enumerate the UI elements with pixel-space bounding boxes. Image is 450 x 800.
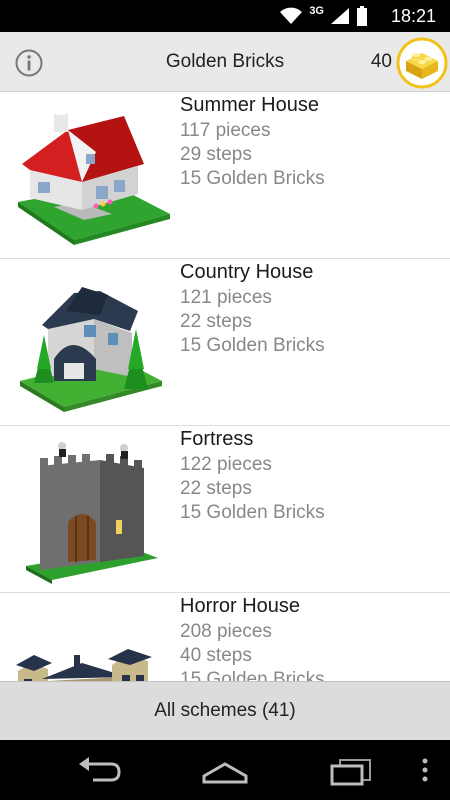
golden-brick-count: 40 <box>370 51 392 72</box>
home-icon[interactable] <box>200 754 250 786</box>
scheme-golden-bricks: 15 Golden Bricks <box>180 502 325 523</box>
summer-house-thumbnail <box>18 109 170 245</box>
scheme-name: Fortress <box>180 428 254 450</box>
scheme-golden-bricks: 15 Golden Bricks <box>180 335 325 356</box>
recent-apps-icon[interactable] <box>326 754 376 786</box>
network-type: 3G <box>309 5 324 17</box>
all-schemes-button[interactable]: All schemes (41) <box>0 681 450 740</box>
scheme-golden-bricks: 15 Golden Bricks <box>180 669 325 681</box>
scheme-pieces: 121 pieces <box>180 287 272 308</box>
scheme-name: Country House <box>180 261 314 283</box>
action-bar: Golden Bricks 40 <box>0 32 450 92</box>
scheme-steps: 22 steps <box>180 478 252 499</box>
country-house-thumbnail <box>20 287 162 412</box>
scheme-steps: 22 steps <box>180 311 252 332</box>
scheme-golden-bricks: 15 Golden Bricks <box>180 168 325 189</box>
navigation-bar <box>0 740 450 800</box>
scheme-pieces: 208 pieces <box>180 621 272 642</box>
scheme-item-summer-house[interactable]: Summer House 117 pieces 29 steps 15 Gold… <box>0 92 450 259</box>
scheme-pieces: 122 pieces <box>180 454 272 475</box>
battery-icon <box>357 6 367 26</box>
fortress-thumbnail <box>26 442 158 584</box>
golden-brick-icon[interactable] <box>396 37 448 89</box>
scheme-name: Summer House <box>180 94 319 116</box>
scheme-item-country-house[interactable]: Country House 121 pieces 22 steps 15 Gol… <box>0 259 450 426</box>
status-bar: 3G 18:21 <box>0 0 450 32</box>
scheme-steps: 29 steps <box>180 144 252 165</box>
scheme-pieces: 117 pieces <box>180 120 271 141</box>
signal-icon <box>331 8 349 24</box>
wifi-icon <box>280 7 303 24</box>
scheme-list[interactable]: Summer House 117 pieces 29 steps 15 Gold… <box>0 92 450 681</box>
back-icon[interactable] <box>75 754 125 786</box>
overflow-menu-icon[interactable] <box>412 754 438 786</box>
clock: 18:21 <box>390 6 436 26</box>
scheme-name: Horror House <box>180 595 301 617</box>
scheme-steps: 40 steps <box>180 645 252 666</box>
scheme-item-horror-house[interactable]: Horror House 208 pieces 40 steps 15 Gold… <box>0 593 450 681</box>
horror-house-thumbnail <box>16 649 152 681</box>
scheme-item-fortress[interactable]: Fortress 122 pieces 22 steps 15 Golden B… <box>0 426 450 593</box>
status-icons: 3G <box>279 5 368 27</box>
